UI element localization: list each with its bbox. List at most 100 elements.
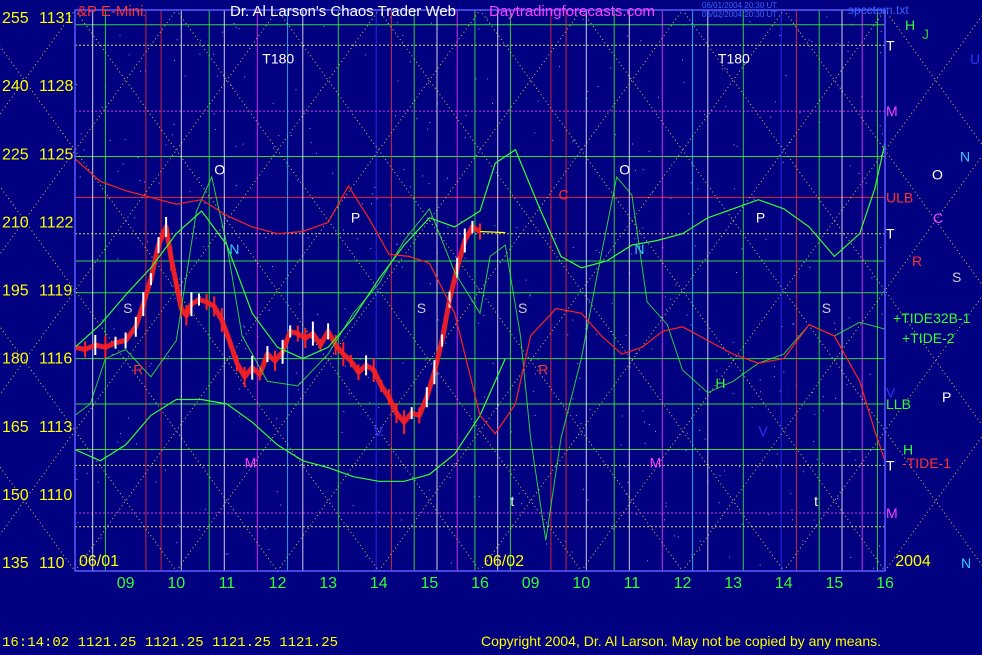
star-dot: [120, 433, 121, 434]
star-dot: [573, 247, 574, 248]
annotation-label: S: [822, 300, 831, 316]
x-tick-label: 11: [624, 575, 641, 592]
star-dot: [627, 482, 628, 483]
star-dot: [483, 315, 484, 316]
star-dot: [626, 335, 627, 336]
star-dot: [403, 363, 404, 364]
star-dot: [783, 162, 784, 163]
star-dot: [567, 334, 568, 335]
star-dot: [760, 564, 761, 565]
star-dot: [691, 325, 692, 326]
star-dot: [404, 169, 405, 170]
right-axis-label: ULB: [886, 189, 913, 205]
y-tick-price: 110: [39, 555, 65, 572]
y-tick-price: 1131: [39, 10, 74, 27]
star-dot: [308, 237, 309, 238]
star-dot: [670, 198, 671, 199]
star-dot: [635, 353, 636, 354]
annotation-label: P: [351, 209, 360, 225]
chart-root: T180T180OONNPPSSSSRRCHVVMMtt 25511312401…: [0, 0, 982, 650]
star-dot: [137, 157, 138, 158]
y-tick-price: 1128: [39, 78, 74, 95]
star-dot: [175, 298, 176, 299]
star-dot: [734, 188, 735, 189]
star-dot: [809, 40, 810, 41]
star-dot: [837, 498, 838, 499]
title-part: &P E-Mini: [77, 3, 143, 20]
star-dot: [780, 391, 781, 392]
star-dot: [113, 328, 114, 329]
star-dot: [705, 439, 706, 440]
star-dot: [438, 319, 439, 320]
star-dot: [226, 554, 227, 555]
star-dot: [117, 259, 118, 260]
star-dot: [760, 391, 761, 392]
star-dot: [535, 373, 536, 374]
star-dot: [479, 496, 480, 497]
star-dot: [173, 124, 174, 125]
star-dot: [147, 241, 148, 242]
star-dot: [596, 250, 597, 251]
star-dot: [514, 469, 515, 470]
annotation-label: T180: [262, 50, 294, 66]
timestamp-line: 06/01/2004 20:30 UT: [702, 1, 777, 10]
star-dot: [178, 525, 179, 526]
star-dot: [236, 27, 237, 28]
star-dot: [110, 140, 111, 141]
star-dot: [627, 36, 628, 37]
star-dot: [866, 183, 867, 184]
x-tick-label: 14: [775, 575, 793, 592]
star-dot: [311, 142, 312, 143]
star-dot: [666, 309, 667, 310]
star-dot: [129, 54, 130, 55]
star-dot: [575, 140, 576, 141]
star-dot: [649, 151, 650, 152]
star-dot: [374, 187, 375, 188]
star-dot: [76, 479, 77, 480]
star-dot: [546, 544, 547, 545]
star-dot: [823, 396, 824, 397]
star-dot: [736, 272, 737, 273]
star-dot: [466, 115, 467, 116]
star-dot: [278, 135, 279, 136]
star-dot: [402, 267, 403, 268]
star-dot: [691, 554, 692, 555]
y-tick-price: 1119: [39, 283, 72, 300]
footer-copyright: Copyright 2004, Dr. Al Larson. May not b…: [481, 633, 881, 649]
star-dot: [200, 40, 201, 41]
star-dot: [486, 17, 487, 18]
star-dot: [530, 294, 531, 295]
star-dot: [737, 146, 738, 147]
star-dot: [716, 370, 717, 371]
star-dot: [243, 326, 244, 327]
star-dot: [139, 180, 140, 181]
star-dot: [362, 203, 363, 204]
star-dot: [344, 308, 345, 309]
star-dot: [245, 348, 246, 349]
star-dot: [800, 112, 801, 113]
star-dot: [370, 248, 371, 249]
x-tick-label: 16: [471, 575, 489, 592]
star-dot: [125, 139, 126, 140]
star-dot: [774, 376, 775, 377]
star-dot: [357, 238, 358, 239]
star-dot: [81, 133, 82, 134]
y-tick-price: 1122: [39, 214, 74, 231]
star-dot: [397, 22, 398, 23]
star-dot: [687, 433, 688, 434]
title-part: Dr. Al Larson's Chaos Trader Web: [230, 3, 456, 20]
star-dot: [401, 520, 402, 521]
star-dot: [655, 431, 656, 432]
star-dot: [199, 54, 200, 55]
star-dot: [213, 54, 214, 55]
star-dot: [742, 248, 743, 249]
annotation-label: R: [538, 362, 548, 378]
star-dot: [144, 182, 145, 183]
star-dot: [598, 86, 599, 87]
star-dot: [790, 493, 791, 494]
star-dot: [538, 359, 539, 360]
star-dot: [236, 146, 237, 147]
star-dot: [559, 66, 560, 67]
star-dot: [640, 40, 641, 41]
star-dot: [779, 35, 780, 36]
